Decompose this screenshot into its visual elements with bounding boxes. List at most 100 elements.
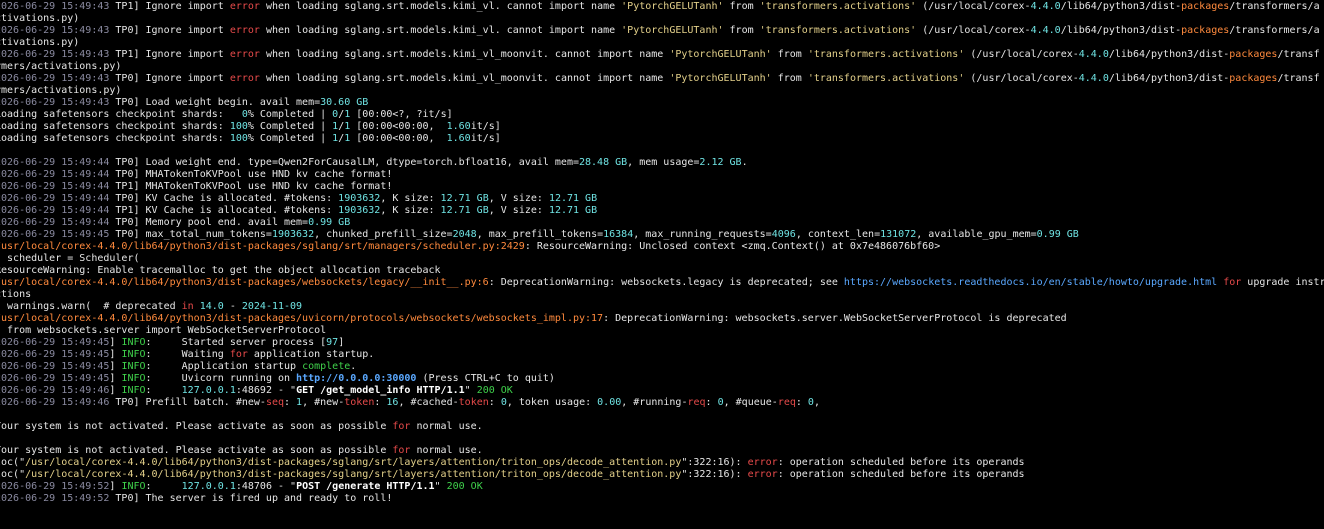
log-text-segment: req [687, 397, 706, 408]
log-text-segment: 12.71 GB [440, 205, 489, 216]
log-text-segment: 4096 [771, 229, 796, 240]
log-text-segment: 'PytorchGELUTanh' [669, 73, 772, 84]
log-text-segment: INFO [121, 349, 146, 360]
log-text-segment: token [344, 397, 375, 408]
terminal-line: warnings.warn( # deprecated in 14.0 - 20… [0, 301, 1324, 313]
log-text-segment: [00:00<00:00, [350, 121, 447, 132]
log-text-segment: error [229, 49, 260, 60]
terminal-line: loc("/usr/local/corex-4.4.0/lib64/python… [0, 457, 1324, 469]
log-text-segment: : operation scheduled before its operand… [777, 457, 1025, 468]
log-text-segment: 127.0.0.1 [181, 385, 236, 396]
terminal-window[interactable]: 2026-06-29 15:49:43 TP1] Ignore import e… [0, 0, 1324, 529]
log-text-segment: TP0] max_total_num_tokens= [109, 229, 272, 240]
log-text-segment: 1.60 [446, 121, 471, 132]
log-text-segment: /usr/local/corex-4.4.0/lib64/python3/dis… [0, 241, 525, 252]
terminal-line: Your system is not activated. Please act… [0, 421, 1324, 433]
terminal-line: Loading safetensors checkpoint shards: 1… [0, 133, 1324, 145]
log-text-segment: , max_running_requests= [633, 229, 772, 240]
log-text-segment: : Application startup [145, 361, 303, 372]
log-text-segment: token [458, 397, 489, 408]
terminal-line: Loading safetensors checkpoint shards: 1… [0, 121, 1324, 133]
terminal-line: 2026-06-29 15:49:45] INFO: Waiting for a… [0, 349, 1324, 361]
terminal-line: rmers/activations.py) [0, 85, 1324, 97]
log-text-segment: TP0] Memory pool end. avail mem= [109, 217, 309, 228]
log-text-segment: 131072 [880, 229, 917, 240]
log-text-segment: error [747, 469, 778, 480]
log-text-segment: 'transformers.activations' [759, 25, 917, 36]
log-text-segment: when loading sglang.srt.models.kimi_vl_m… [259, 49, 670, 60]
log-text-segment: TP0] MHATokenToKVPool use HND kv cache f… [109, 169, 393, 180]
terminal-line: /usr/local/corex-4.4.0/lib64/python3/dis… [0, 277, 1324, 289]
log-text-segment: it/s] [470, 133, 501, 144]
log-text-segment: 2.12 GB [699, 157, 742, 168]
log-text-segment: TP1] Ignore import [109, 1, 230, 12]
terminal-line: 2026-06-29 15:49:46 TP0] Prefill batch. … [0, 397, 1324, 409]
log-text-segment: 100 [229, 133, 248, 144]
log-text-segment: 1.60 [446, 133, 471, 144]
log-text-segment: : DeprecationWarning: websockets.legacy … [488, 277, 844, 288]
log-text-segment: 2026-06-29 15:49:43 [0, 1, 110, 12]
terminal-line: ctivations.py) [0, 37, 1324, 49]
log-text-segment: rmers/activations.py) [0, 85, 122, 96]
log-text-segment: for [1217, 277, 1242, 288]
terminal-line: 2026-06-29 15:49:46] INFO: 127.0.0.1:486… [0, 385, 1324, 397]
terminal-line: ResourceWarning: Enable tracemalloc to g… [0, 265, 1324, 277]
log-text-segment: /transformers/a [1229, 25, 1320, 36]
terminal-line: 2026-06-29 15:49:43 TP1] Ignore import e… [0, 49, 1324, 61]
log-text-segment: 1903632 [271, 229, 315, 240]
terminal-line: 2026-06-29 15:49:43 TP0] Load weight beg… [0, 97, 1324, 109]
log-text-segment: : [705, 397, 718, 408]
log-text-segment: packages [1229, 73, 1278, 84]
log-text-segment: from [771, 49, 808, 60]
log-text-segment: 2026-06-29 15:49:52 [0, 481, 110, 492]
terminal-line: 2026-06-29 15:49:52] INFO: 127.0.0.1:487… [0, 481, 1324, 493]
terminal-line: 2026-06-29 15:49:43 TP0] Ignore import e… [0, 25, 1324, 37]
log-text-segment: TP0] Load weight end. type=Qwen2ForCausa… [109, 157, 579, 168]
log-text-segment: [00:00<?, ?it/s] [350, 109, 453, 120]
log-text-segment: 2026-06-29 15:49:44 [0, 205, 110, 216]
log-text-segment: for [392, 445, 411, 456]
log-text-segment: 127.0.0.1 [181, 481, 236, 492]
log-text-segment: from [771, 73, 808, 84]
log-text-segment: 'PytorchGELUTanh' [669, 49, 772, 60]
terminal-line: 2026-06-29 15:49:45] INFO: Uvicorn runni… [0, 373, 1324, 385]
log-text-segment: TP1] KV Cache is allocated. #tokens: [109, 205, 339, 216]
log-text-segment: normal use. [410, 421, 483, 432]
log-text-segment: 12.71 GB [548, 193, 598, 204]
log-text-segment: /transf [1277, 73, 1320, 84]
log-text-segment: req [777, 397, 796, 408]
log-text-segment: for [229, 349, 248, 360]
log-text-segment: https://websockets.readthedocs.io/en/sta… [843, 277, 1218, 288]
log-text-segment: % Completed | [247, 109, 333, 120]
log-text-segment: ] [109, 373, 122, 384]
terminal-line: Loading safetensors checkpoint shards: 0… [0, 109, 1324, 121]
log-text-segment: seq [265, 397, 284, 408]
log-text-segment: : Started server process [ [145, 337, 327, 348]
log-text-segment: TP1] Ignore import [109, 49, 230, 60]
log-text-segment: /usr/local/corex-4.4.0/lib64/python3/dis… [25, 457, 682, 468]
log-text-segment: 1903632 [338, 205, 381, 216]
log-text-segment: /lib64/python3/dist- [1108, 49, 1230, 60]
log-text-segment: TP0] The server is fired up and ready to… [109, 493, 393, 504]
terminal-line: loc("/usr/local/corex-4.4.0/lib64/python… [0, 469, 1324, 481]
log-text-segment: 28.48 GB [579, 157, 628, 168]
log-text-segment: ] [109, 337, 122, 348]
log-text-segment: : Uvicorn running on [145, 373, 297, 384]
log-text-segment: Loading safetensors checkpoint shards: [0, 133, 230, 144]
log-text-segment: % Completed | [247, 133, 333, 144]
log-text-segment: 16 [386, 397, 399, 408]
log-text-segment: 2026-06-29 15:49:46 [0, 397, 110, 408]
log-text-segment: . [350, 361, 357, 372]
log-text-segment: ] [338, 337, 345, 348]
log-text-segment: when loading sglang.srt.models.kimi_vl. … [259, 1, 622, 12]
log-text-segment: Your system is not activated. Please act… [0, 445, 393, 456]
log-text-segment: (Press CTRL+C to quit) [416, 373, 555, 384]
log-text-segment: loc(" [0, 457, 26, 468]
log-text-segment: 4.4.0 [1078, 73, 1109, 84]
log-text-segment: packages [1229, 49, 1278, 60]
log-text-segment: INFO [121, 373, 146, 384]
log-text-segment: TP0] Ignore import [109, 73, 230, 84]
terminal-line: 2026-06-29 15:49:52 TP0] The server is f… [0, 493, 1324, 505]
log-text-segment: 2024-11-09 [241, 301, 303, 312]
